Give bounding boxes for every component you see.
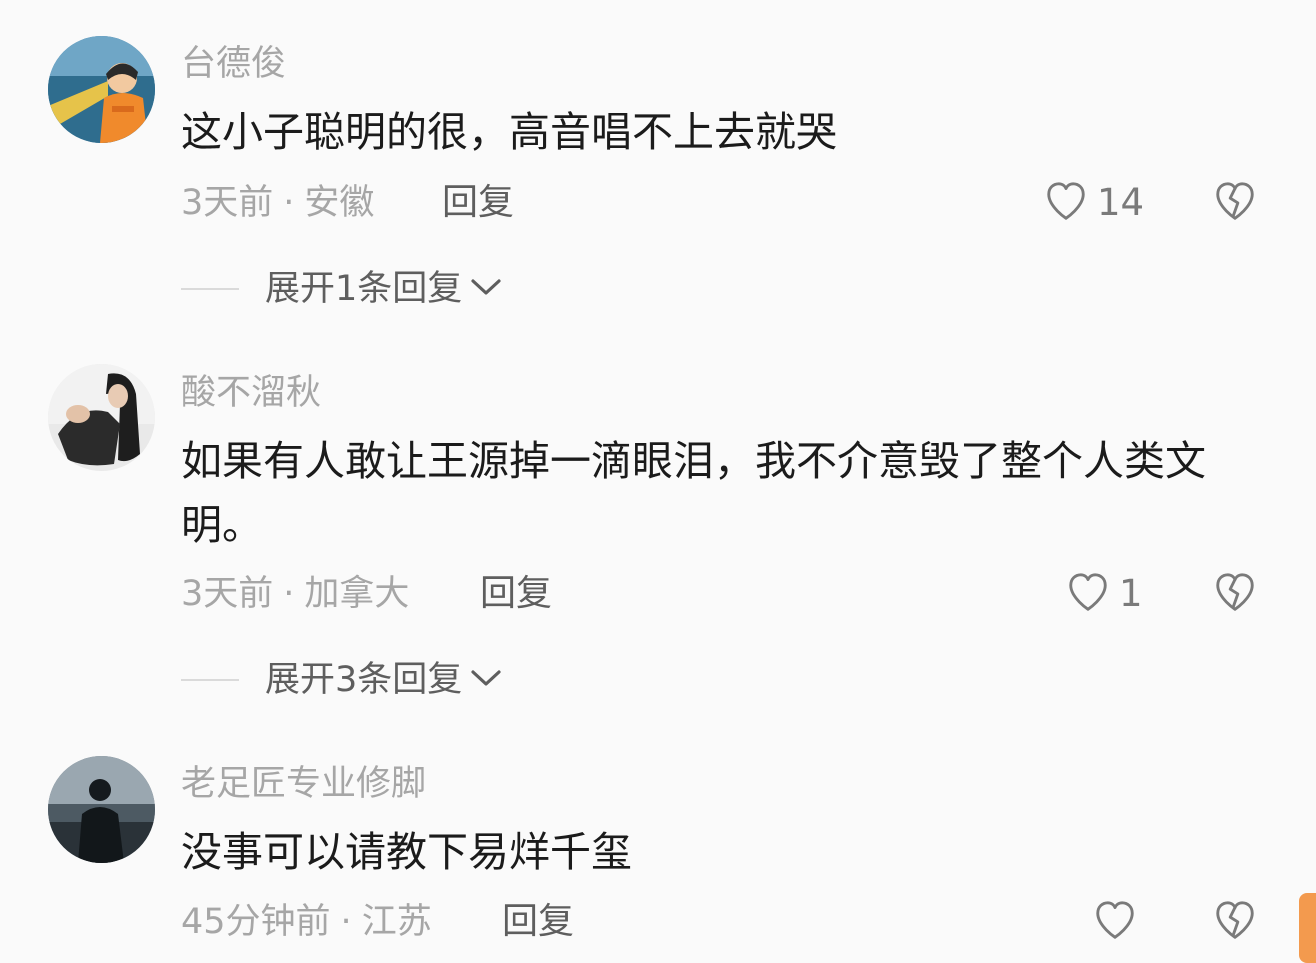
comment-text: 如果有人敢让王源掉一滴眼泪，我不介意毁了整个人类文明。: [181, 437, 1206, 549]
heart-outline-icon: [1092, 897, 1138, 947]
reply-button[interactable]: 回复: [442, 181, 514, 225]
comment-location: 江苏: [361, 902, 432, 942]
comment-location: 安徽: [304, 183, 375, 223]
username[interactable]: 老足匠专业修脚: [181, 762, 426, 806]
chevron-down-icon: [470, 277, 502, 301]
expand-replies-label: 展开3条回复: [265, 660, 463, 700]
expand-replies-button[interactable]: 展开3条回复: [181, 658, 502, 702]
dislike-button[interactable]: [1212, 178, 1258, 228]
reply-button[interactable]: 回复: [502, 900, 574, 944]
reply-button[interactable]: 回复: [480, 572, 552, 616]
divider: [181, 679, 239, 681]
divider: [181, 288, 239, 290]
broken-heart-icon: [1212, 182, 1258, 228]
avatar[interactable]: [48, 36, 155, 143]
like-button[interactable]: [1092, 897, 1138, 947]
comment-meta: 45分钟前 · 江苏: [181, 900, 432, 944]
meta-separator: ·: [283, 574, 295, 614]
comment-meta: 3天前 · 加拿大: [181, 572, 409, 616]
username[interactable]: 酸不溜秋: [181, 371, 321, 415]
like-count: 1: [1119, 572, 1143, 615]
comment-time: 3天前: [181, 574, 274, 614]
comment-meta: 3天前 · 安徽: [181, 181, 374, 225]
comment-text: 这小子聪明的很，高音唱不上去就哭: [181, 108, 837, 156]
broken-heart-icon: [1212, 573, 1258, 619]
comment-location: 加拿大: [304, 574, 410, 614]
heart-outline-icon: [1043, 178, 1089, 228]
meta-separator: ·: [340, 902, 352, 942]
like-count: 14: [1097, 181, 1145, 224]
comment-text: 没事可以请教下易烊千玺: [181, 828, 632, 876]
dislike-button[interactable]: [1212, 897, 1258, 947]
like-button[interactable]: 14: [1043, 178, 1144, 228]
username[interactable]: 台德俊: [181, 42, 286, 86]
comment-time: 45分钟前: [181, 902, 331, 942]
avatar[interactable]: [48, 364, 155, 471]
like-button[interactable]: 1: [1065, 569, 1143, 619]
dislike-button[interactable]: [1212, 569, 1258, 619]
comment-time: 3天前: [181, 183, 274, 223]
meta-separator: ·: [283, 183, 295, 223]
scrollbar-thumb[interactable]: [1299, 893, 1316, 963]
heart-outline-icon: [1065, 569, 1111, 619]
avatar[interactable]: [48, 756, 155, 863]
expand-replies-button[interactable]: 展开1条回复: [181, 267, 502, 311]
broken-heart-icon: [1212, 901, 1258, 947]
expand-replies-label: 展开1条回复: [265, 269, 463, 309]
chevron-down-icon: [470, 668, 502, 692]
